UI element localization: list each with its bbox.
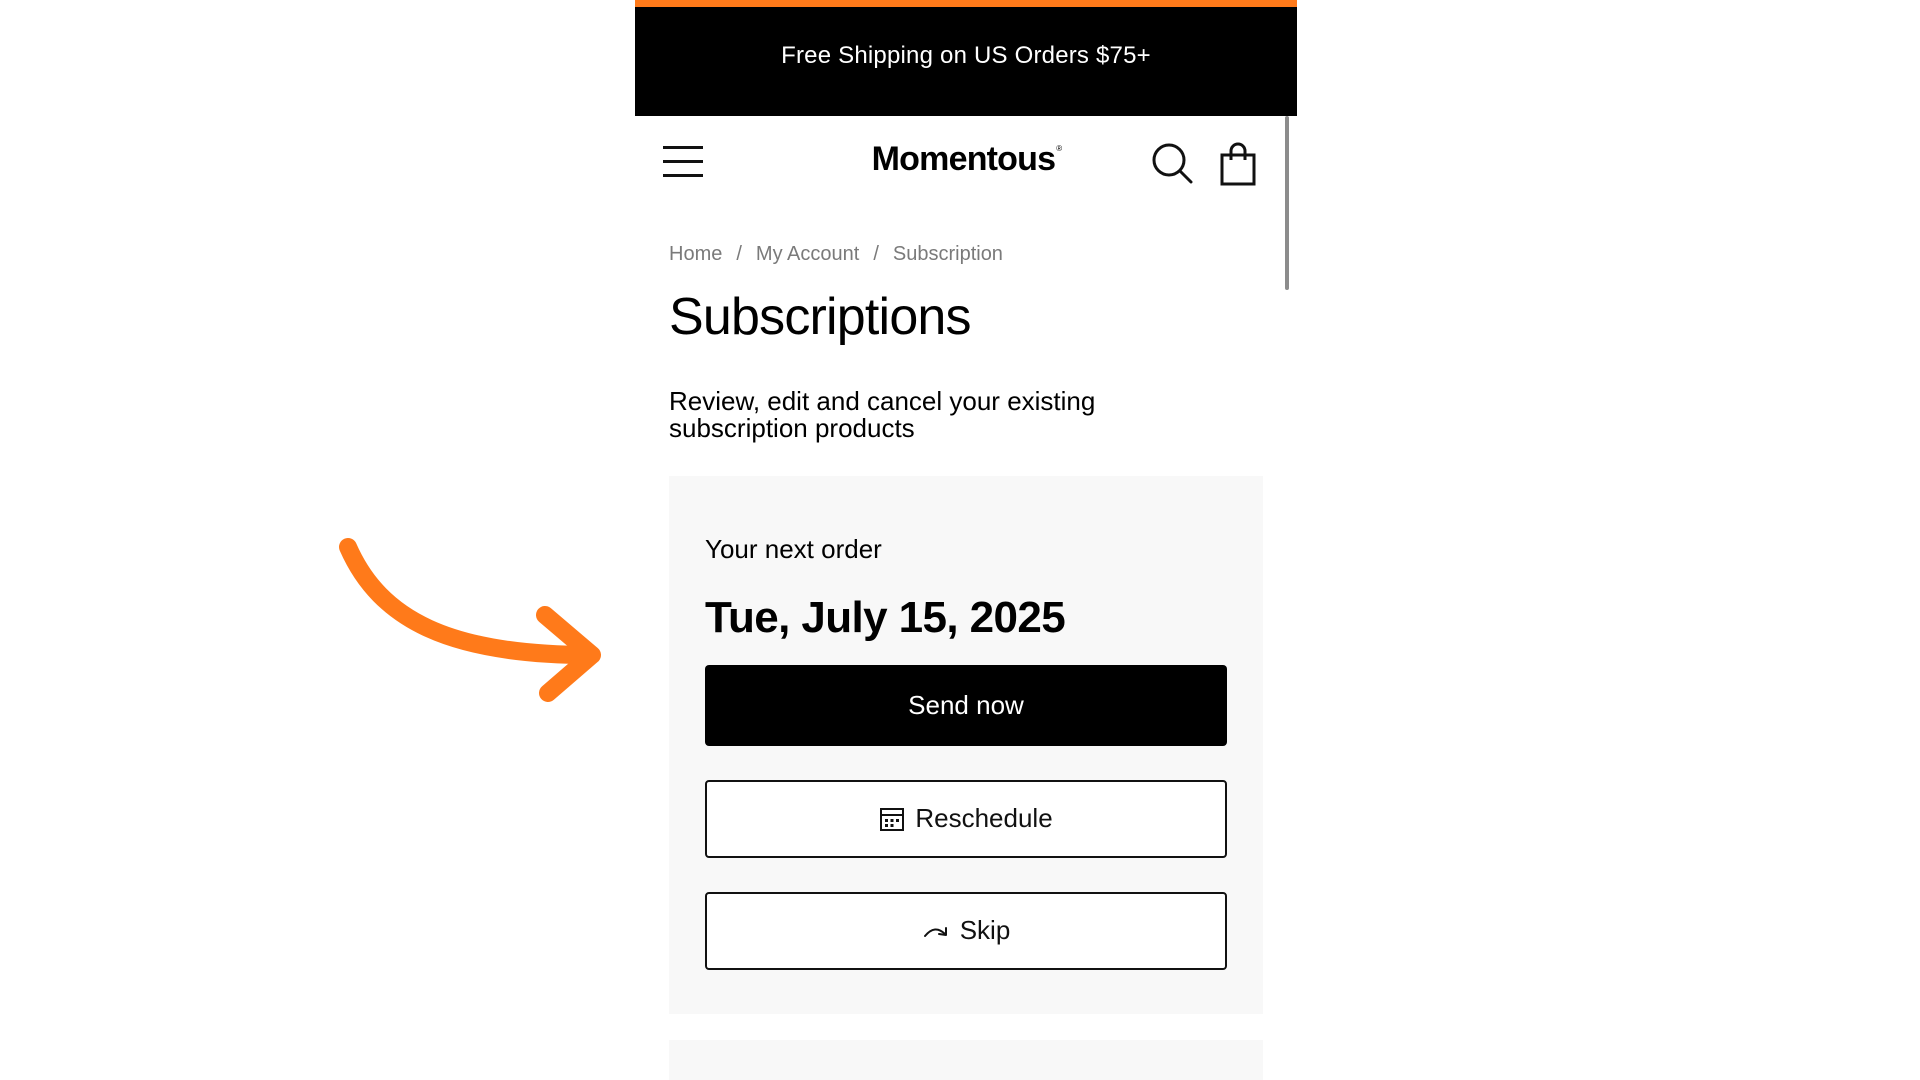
breadcrumb-my-account[interactable]: My Account <box>756 243 859 266</box>
reschedule-label: Reschedule <box>915 803 1053 834</box>
breadcrumb-separator: / <box>873 243 879 265</box>
shopping-bag-icon[interactable] <box>1219 142 1257 186</box>
subscription-card <box>669 1039 1263 1080</box>
send-now-button[interactable]: Send now <box>705 664 1227 746</box>
breadcrumb-subscription: Subscription <box>892 243 1003 265</box>
accent-line <box>635 0 1297 7</box>
registered-mark: ® <box>1056 144 1062 153</box>
curved-arrow-icon <box>339 538 601 702</box>
calendar-icon <box>880 807 905 831</box>
send-now-label: Send now <box>908 689 1024 720</box>
next-order-date: Tue, July 15, 2025 <box>705 592 1066 642</box>
search-icon[interactable] <box>1151 142 1193 184</box>
screenshot-stage: Free Shipping on US Orders $75+ Momentou… <box>0 0 1920 1080</box>
promo-text: Free Shipping on US Orders $75+ <box>781 41 1151 69</box>
page-title: Subscriptions <box>669 288 972 346</box>
skip-arrow-icon <box>923 926 947 937</box>
breadcrumb: Home / My Account / Subscription <box>669 243 1263 266</box>
site-header: Momentous® <box>635 116 1297 211</box>
breadcrumb-home[interactable]: Home <box>669 243 722 266</box>
logo-text: Momentous <box>871 140 1056 178</box>
next-order-label: Your next order <box>705 533 882 564</box>
next-order-card: Your next order Tue, July 15, 2025 Send … <box>669 475 1263 1014</box>
logo[interactable]: Momentous® <box>635 140 1297 179</box>
mobile-viewport: Free Shipping on US Orders $75+ Momentou… <box>635 0 1297 1080</box>
skip-button[interactable]: Skip <box>705 891 1227 970</box>
reschedule-button[interactable]: Reschedule <box>705 779 1227 858</box>
main-content: Home / My Account / Subscription Subscri… <box>635 243 1297 1080</box>
breadcrumb-separator: / <box>736 243 742 265</box>
skip-label: Skip <box>959 915 1011 946</box>
page-subtitle: Review, edit and cancel your existing su… <box>669 385 1096 443</box>
promo-bar: Free Shipping on US Orders $75+ <box>635 7 1297 116</box>
